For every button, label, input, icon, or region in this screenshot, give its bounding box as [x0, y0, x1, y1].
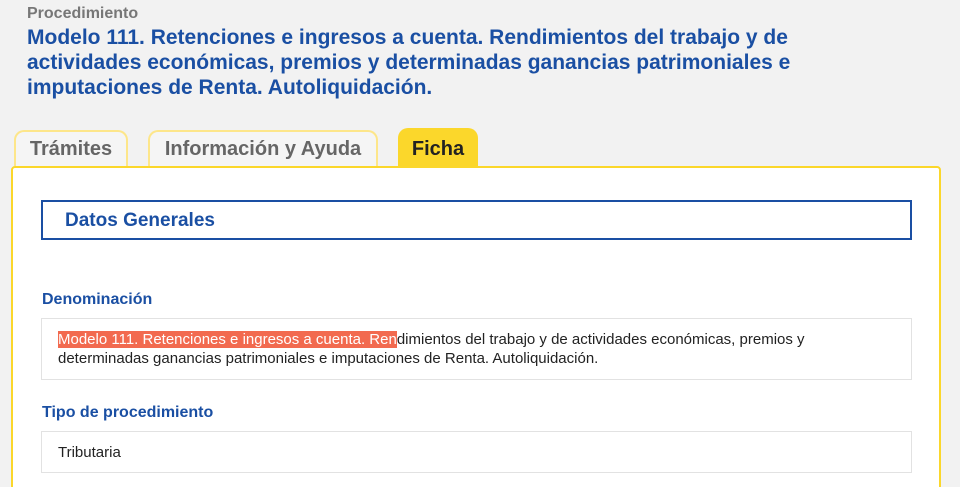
denominacion-value-box[interactable]: Modelo 111. Retenciones e ingresos a cue… [41, 318, 912, 380]
procedure-label: Procedimiento [27, 5, 139, 22]
selected-text[interactable]: Modelo 111. Retenciones e ingresos a cue… [58, 331, 397, 348]
section-header-datos-generales: Datos Generales [41, 200, 912, 240]
tab-informacion-ayuda[interactable]: Información y Ayuda [148, 130, 378, 166]
tipo-procedimiento-value[interactable]: Tributaria [58, 444, 121, 461]
tipo-procedimiento-label: Tipo de procedimiento [42, 404, 214, 421]
tab-tramites[interactable]: Trámites [14, 130, 128, 166]
tipo-procedimiento-value-box[interactable]: Tributaria [41, 431, 912, 473]
page: Procedimiento Modelo 111. Retenciones e … [0, 0, 960, 487]
tab-ficha[interactable]: Ficha [398, 128, 478, 168]
page-title: Modelo 111. Retenciones e ingresos a cue… [27, 26, 791, 99]
section-title: Datos Generales [65, 210, 215, 231]
denominacion-label: Denominación [42, 291, 153, 308]
ficha-panel: Datos Generales Denominación Modelo 111.… [11, 166, 941, 487]
